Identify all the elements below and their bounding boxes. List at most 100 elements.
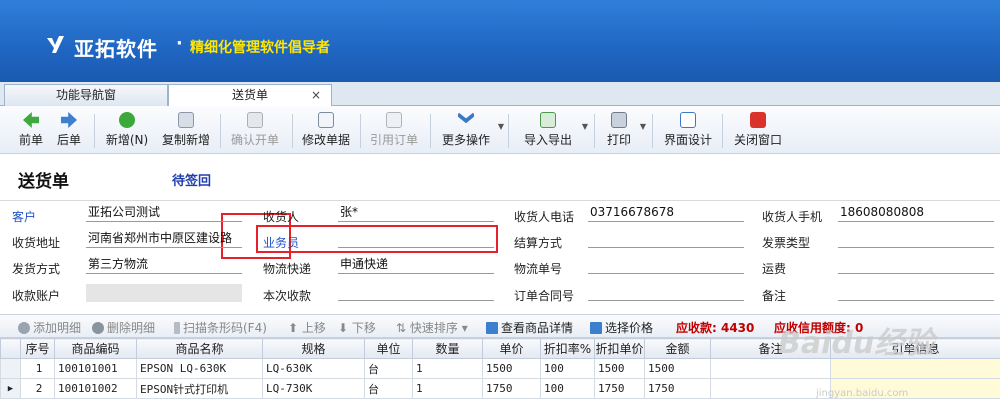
edit-icon xyxy=(318,112,334,128)
column-header[interactable]: 商品编码 xyxy=(54,338,137,359)
toolbar-divider xyxy=(594,114,595,148)
column-header[interactable]: 商品名称 xyxy=(136,338,263,359)
table-cell[interactable]: 1500 xyxy=(644,358,711,379)
remove-icon xyxy=(92,322,104,334)
table-cell[interactable]: 100 xyxy=(540,358,595,379)
column-header[interactable]: 单位 xyxy=(364,338,413,359)
invoice-type-field[interactable] xyxy=(838,230,994,248)
dropdown-caret-icon: ▼ xyxy=(639,122,646,131)
table-cell[interactable]: 1 xyxy=(20,358,55,379)
table-cell[interactable]: 2 xyxy=(20,378,55,399)
highlight-box xyxy=(256,225,498,253)
table-cell[interactable]: 1 xyxy=(412,358,483,379)
import-export-button[interactable]: 导入导出 ▼ xyxy=(518,110,588,152)
table-cell[interactable]: EPSON针式打印机 xyxy=(136,378,263,399)
column-header[interactable]: 折扣率% xyxy=(540,338,595,359)
quick-sort-button[interactable]: ⇅ 快速排序 ▾ xyxy=(396,319,468,336)
settlement-field[interactable] xyxy=(588,230,744,248)
table-cell[interactable] xyxy=(710,378,831,399)
table-cell[interactable]: 台 xyxy=(364,378,413,399)
ui-design-button[interactable]: 界面设计 xyxy=(660,110,716,152)
table-cell[interactable]: 台 xyxy=(364,358,413,379)
confirm-order-button[interactable]: 确认开单 xyxy=(226,110,284,152)
delete-detail-button[interactable]: 删除明细 xyxy=(92,319,155,336)
status-badge: 待签回 xyxy=(172,174,212,189)
account-field[interactable] xyxy=(86,284,242,302)
remark-field[interactable] xyxy=(838,283,994,301)
receiver-phone-field[interactable]: 03716678678 xyxy=(588,204,744,222)
receiver-phone-label: 收货人电话 xyxy=(514,210,575,224)
customer-field[interactable]: 亚拓公司测试 xyxy=(86,204,242,222)
table-cell[interactable]: 1750 xyxy=(482,378,541,399)
copy-new-button[interactable]: 复制新增 xyxy=(158,110,214,152)
edit-document-button[interactable]: 修改单据 xyxy=(298,110,354,152)
table-cell[interactable]: 1750 xyxy=(644,378,711,399)
logistics-number-field[interactable] xyxy=(588,256,744,274)
ship-method-label: 发货方式 xyxy=(12,262,61,276)
close-icon[interactable]: × xyxy=(311,85,321,105)
contract-number-field[interactable] xyxy=(588,283,744,301)
more-actions-button[interactable]: 更多操作 ▼ xyxy=(438,110,504,152)
toolbar-divider xyxy=(722,114,723,148)
print-button[interactable]: 打印 ▼ xyxy=(602,110,646,152)
layout-icon xyxy=(680,112,696,128)
table-cell[interactable]: LQ-630K xyxy=(262,358,365,379)
column-header[interactable]: 序号 xyxy=(20,338,55,359)
freight-label: 运费 xyxy=(762,262,787,276)
dropdown-caret-icon: ▼ xyxy=(581,122,588,131)
receiver-mobile-field[interactable]: 18608080808 xyxy=(838,204,994,222)
import-export-icon xyxy=(540,112,556,128)
column-header[interactable]: 金额 xyxy=(644,338,711,359)
row-indicator-header xyxy=(0,338,21,359)
current-row-indicator-icon[interactable]: ▶ xyxy=(0,378,21,399)
column-header[interactable]: 折扣单价 xyxy=(594,338,645,359)
freight-field[interactable] xyxy=(838,256,994,274)
scan-barcode-button[interactable]: 扫描条形码(F4) xyxy=(174,319,267,336)
close-window-icon xyxy=(750,112,766,128)
column-header[interactable]: 单价 xyxy=(482,338,541,359)
brand-name: 亚拓软件 xyxy=(74,37,158,61)
invoice-type-label: 发票类型 xyxy=(762,236,811,250)
view-product-detail-button[interactable]: 查看商品详情 xyxy=(486,319,573,336)
toolbar-divider xyxy=(652,114,653,148)
receiver-field[interactable]: 张* xyxy=(338,204,494,222)
reference-order-button[interactable]: 引用订单 xyxy=(366,110,422,152)
table-cell[interactable]: 100101001 xyxy=(54,358,137,379)
table-cell[interactable]: 100 xyxy=(540,378,595,399)
tab-navigation[interactable]: 功能导航窗 xyxy=(4,84,168,106)
account-label: 收款账户 xyxy=(12,289,61,303)
prev-button[interactable]: 前单 xyxy=(14,110,48,152)
table-cell[interactable]: LQ-730K xyxy=(262,378,365,399)
customer-label[interactable]: 客户 xyxy=(12,208,36,225)
new-button[interactable]: 新增(N) xyxy=(102,110,152,152)
brand-dot: · xyxy=(176,33,183,54)
table-cell[interactable]: 1500 xyxy=(594,358,645,379)
next-button[interactable]: 后单 xyxy=(52,110,86,152)
close-window-button[interactable]: 关闭窗口 xyxy=(730,110,786,152)
column-header[interactable]: 数量 xyxy=(412,338,483,359)
row-indicator[interactable] xyxy=(0,358,21,379)
table-cell[interactable]: 1750 xyxy=(594,378,645,399)
contract-number-label: 订单合同号 xyxy=(514,289,575,303)
move-down-button[interactable]: ⬇ 下移 xyxy=(338,319,376,336)
select-price-button[interactable]: 选择价格 xyxy=(590,319,653,336)
table-cell[interactable]: 1500 xyxy=(482,358,541,379)
table-cell[interactable]: 100101002 xyxy=(54,378,137,399)
column-header[interactable]: 规格 xyxy=(262,338,365,359)
logistics-field[interactable]: 申通快递 xyxy=(338,256,494,274)
watermark-url: jingyan.baidu.com xyxy=(816,388,909,399)
address-field[interactable]: 河南省郑州市中原区建设路 xyxy=(86,230,242,248)
add-detail-button[interactable]: 添加明细 xyxy=(18,319,81,336)
this-receipt-field[interactable] xyxy=(338,283,494,301)
document-icon xyxy=(386,112,402,128)
tab-delivery-note[interactable]: 送货单 × xyxy=(168,84,332,107)
table-cell[interactable]: EPSON LQ-630K xyxy=(136,358,263,379)
table-cell[interactable]: 1 xyxy=(412,378,483,399)
table-icon xyxy=(590,322,602,334)
remark-label: 备注 xyxy=(762,289,787,303)
receiver-label: 收货人 xyxy=(263,210,300,224)
toolbar-divider xyxy=(94,114,95,148)
ship-method-field[interactable]: 第三方物流 xyxy=(86,256,242,274)
move-up-button[interactable]: ⬆ 上移 xyxy=(288,319,326,336)
arrow-up-icon: ⬆ xyxy=(288,321,302,335)
